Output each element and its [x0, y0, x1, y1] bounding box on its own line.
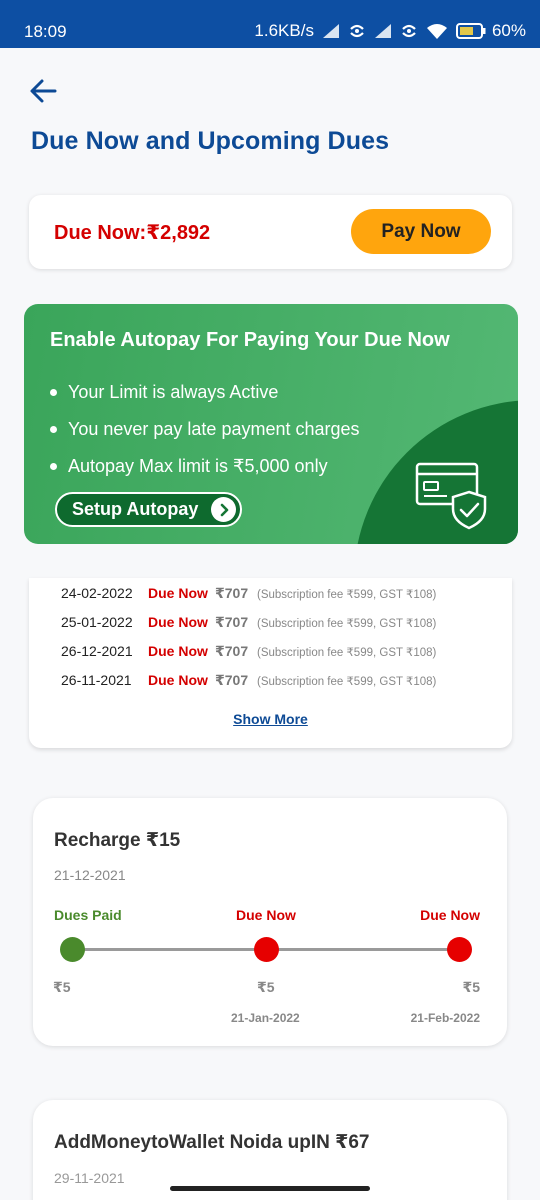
autopay-point: You never pay late payment charges — [50, 411, 360, 448]
row-amount: ₹707 — [215, 672, 249, 688]
row-date: 25-01-2022 — [61, 614, 133, 630]
history-row: 25-01-2022 Due Now ₹707 (Subscription fe… — [61, 614, 436, 636]
wallet-date: 29-11-2021 — [54, 1170, 125, 1186]
history-row: 26-11-2021 Due Now ₹707 (Subscription fe… — [61, 672, 436, 694]
history-row: 24-02-2022 Due Now ₹707 (Subscription fe… — [61, 585, 436, 607]
row-status: Due Now — [148, 614, 208, 630]
row-note: (Subscription fee ₹599, GST ₹108) — [257, 589, 437, 601]
volte-icon-2 — [402, 24, 416, 38]
row-status: Due Now — [148, 672, 208, 688]
pay-now-button[interactable]: Pay Now — [351, 209, 491, 254]
row-date: 26-11-2021 — [61, 672, 132, 688]
row-note: (Subscription fee ₹599, GST ₹108) — [257, 647, 437, 659]
due-dot — [254, 937, 279, 962]
paid-dot — [60, 937, 85, 962]
autopay-banner: Enable Autopay For Paying Your Due Now Y… — [24, 304, 518, 544]
step-date: 21-Jan-2022 — [231, 1011, 300, 1025]
step-date: 21-Feb-2022 — [410, 1011, 480, 1025]
step-amount: ₹5 — [462, 979, 480, 995]
recharge-date: 21-12-2021 — [54, 867, 126, 883]
recharge-title: Recharge ₹15 — [54, 830, 181, 851]
step-status-paid: Dues Paid — [54, 907, 122, 923]
setup-autopay-label: Setup Autopay — [72, 499, 199, 519]
battery: 60% — [455, 21, 526, 41]
step-amount: ₹5 — [257, 979, 275, 995]
step-status-due: Due Now — [420, 907, 480, 923]
due-now-amount: Due Now:₹2,892 — [54, 222, 211, 244]
dues-history-card: 24-02-2022 Due Now ₹707 (Subscription fe… — [29, 578, 512, 748]
status-icons: 1.6KB/s 60% — [254, 21, 526, 41]
chevron-right-icon — [211, 497, 236, 522]
signal-icon — [322, 24, 339, 38]
wallet-card[interactable]: AddMoneytoWallet Noida upIN ₹67 29-11-20… — [33, 1100, 507, 1200]
step-amount: ₹5 — [53, 979, 71, 995]
autopay-point: Your Limit is always Active — [50, 374, 360, 411]
signal-icon-2 — [374, 24, 391, 38]
back-arrow-icon[interactable] — [28, 76, 58, 106]
step-status-due: Due Now — [236, 907, 296, 923]
recharge-card[interactable]: Recharge ₹15 21-12-2021 Dues Paid Due No… — [33, 798, 507, 1046]
row-amount: ₹707 — [215, 585, 249, 601]
status-time: 18:09 — [24, 22, 67, 41]
battery-percent: 60% — [491, 21, 526, 40]
autopay-title: Enable Autopay For Paying Your Due Now — [50, 329, 450, 351]
row-status: Due Now — [148, 585, 208, 601]
autopay-points: Your Limit is always Active You never pa… — [50, 374, 360, 485]
row-date: 26-12-2021 — [61, 643, 133, 659]
row-status: Due Now — [148, 643, 208, 659]
history-row: 26-12-2021 Due Now ₹707 (Subscription fe… — [61, 643, 436, 665]
secure-card-icon — [415, 462, 487, 530]
page-title: Due Now and Upcoming Dues — [31, 127, 390, 155]
row-date: 24-02-2022 — [61, 585, 133, 601]
show-more-link[interactable]: Show More — [29, 711, 512, 727]
due-dot — [447, 937, 472, 962]
network-speed: 1.6KB/s — [254, 21, 314, 40]
row-note: (Subscription fee ₹599, GST ₹108) — [257, 676, 437, 688]
battery-icon — [455, 23, 486, 39]
status-bar: 18:09 1.6KB/s 60% — [0, 0, 540, 48]
row-note: (Subscription fee ₹599, GST ₹108) — [257, 618, 437, 630]
autopay-point: Autopay Max limit is ₹5,000 only — [50, 448, 360, 485]
wallet-title: AddMoneytoWallet Noida upIN ₹67 — [54, 1132, 370, 1153]
home-indicator[interactable] — [170, 1186, 370, 1191]
volte-icon — [350, 24, 364, 38]
due-now-card: Due Now:₹2,892 Pay Now — [29, 195, 512, 269]
row-amount: ₹707 — [215, 614, 249, 630]
setup-autopay-button[interactable]: Setup Autopay — [55, 492, 242, 527]
wifi-icon — [426, 24, 447, 39]
row-amount: ₹707 — [215, 643, 249, 659]
